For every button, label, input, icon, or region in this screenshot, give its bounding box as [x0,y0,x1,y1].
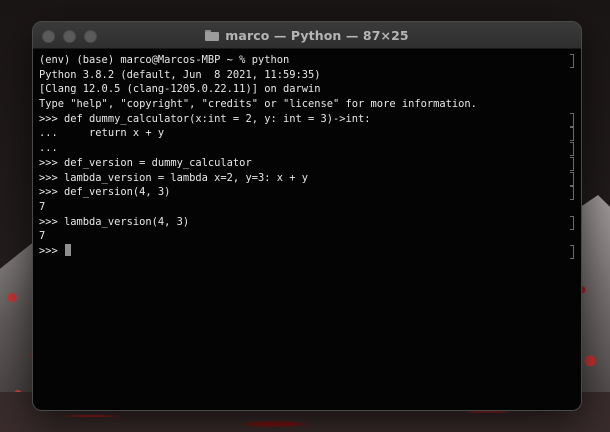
line-text: >>> def_version(4, 3) [39,186,171,199]
terminal-line: (env) (base) marco@Marcos-MBP ~ % python [39,53,574,68]
terminal-line: >>> def_version = dummy_calculator [39,156,574,171]
line-text: >>> lambda_version(4, 3) [39,215,190,228]
terminal-line: [Clang 12.0.5 (clang-1205.0.22.11)] on d… [39,82,567,97]
line-mark [570,171,574,186]
line-mark [570,142,574,157]
terminal-line: Type "help", "copyright", "credits" or "… [39,97,567,112]
line-mark [570,156,574,171]
terminal-line: >>> def_version(4, 3) [39,185,574,201]
minimize-button[interactable] [63,30,76,43]
line-text: 7 [39,200,46,213]
close-button[interactable] [42,30,55,43]
line-mark [570,112,574,127]
window-title-group: marco — Python — 87×25 [205,27,409,43]
folder-icon [205,29,220,41]
line-text: 7 [39,230,46,243]
terminal-line: >>> lambda_version = lambda x=2, y=3: x … [39,171,574,186]
line-text: >>> def dummy_calculator(x:int = 2, y: i… [39,112,371,125]
line-mark [570,244,574,259]
terminal-line: >>> def dummy_calculator(x:int = 2, y: i… [39,112,574,127]
terminal-prompt-line[interactable]: >>> [39,243,574,259]
terminal-line: ... [39,141,574,157]
terminal-line: 7 [39,229,567,244]
window-controls [42,30,97,43]
line-text: [Clang 12.0.5 (clang-1205.0.22.11)] on d… [39,83,321,96]
line-text: >>> lambda_version = lambda x=2, y=3: x … [39,171,308,184]
line-text: >>> def_version = dummy_calculator [39,156,252,169]
window-title: marco — Python — 87×25 [225,27,409,43]
prompt: >>> [39,244,65,257]
line-text: (env) (base) marco@Marcos-MBP ~ % python [39,54,290,66]
terminal-line: ... return x + y [39,126,574,142]
line-mark [570,215,574,230]
line-text: ... return x + y [39,127,165,140]
zoom-button[interactable] [84,30,97,43]
line-mark [570,54,574,68]
title-bar[interactable]: marco — Python — 87×25 [33,22,581,49]
terminal-line: Python 3.8.2 (default, Jun 8 2021, 11:59… [39,68,567,83]
terminal-output[interactable]: (env) (base) marco@Marcos-MBP ~ % python… [33,49,581,410]
line-text: Python 3.8.2 (default, Jun 8 2021, 11:59… [39,68,321,81]
terminal-line: 7 [39,200,567,215]
line-mark [570,127,574,142]
line-text: ... [39,142,58,155]
line-mark [570,186,574,201]
terminal-line: >>> lambda_version(4, 3) [39,215,574,230]
text-cursor [65,243,72,256]
terminal-window[interactable]: marco — Python — 87×25 (env) (base) marc… [32,21,582,411]
line-text: Type "help", "copyright", "credits" or "… [39,98,477,111]
